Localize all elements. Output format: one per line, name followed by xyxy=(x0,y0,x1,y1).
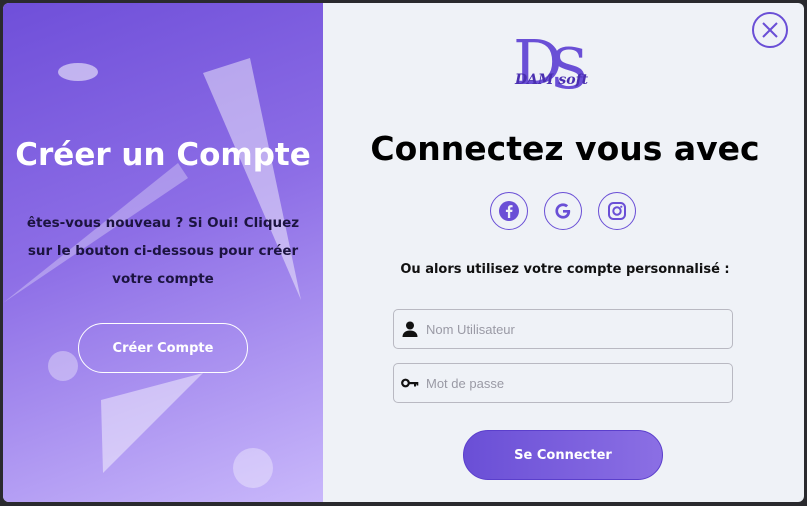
logo-mark: D S xyxy=(513,26,588,102)
login-dialog: Créer un Compte êtes-vous nouveau ? Si O… xyxy=(3,3,804,502)
create-account-title: Créer un Compte xyxy=(15,137,311,173)
circle-shape xyxy=(48,351,78,381)
alternative-login-text: Ou alors utilisez votre compte personnal… xyxy=(400,262,730,277)
password-input[interactable] xyxy=(426,368,716,398)
instagram-button[interactable] xyxy=(598,192,636,230)
google-icon xyxy=(555,203,571,219)
username-field[interactable] xyxy=(393,309,733,349)
create-account-panel: Créer un Compte êtes-vous nouveau ? Si O… xyxy=(3,3,323,502)
user-icon xyxy=(394,320,426,338)
login-button[interactable]: Se Connecter xyxy=(463,430,663,480)
ellipse-shape xyxy=(58,63,98,81)
key-icon xyxy=(394,377,426,389)
svg-text:S: S xyxy=(550,37,588,102)
username-input[interactable] xyxy=(426,314,716,344)
facebook-button[interactable] xyxy=(490,192,528,230)
password-field[interactable] xyxy=(393,363,733,403)
logo: D S DAM soft xyxy=(505,26,615,102)
google-button[interactable] xyxy=(544,192,582,230)
instagram-icon xyxy=(608,202,626,220)
triangle-shape-3 xyxy=(101,373,203,473)
create-account-button[interactable]: Créer Compte xyxy=(78,323,248,373)
login-title: Connectez vous avec xyxy=(370,129,760,168)
circle-shape xyxy=(233,448,273,488)
logo-text: DAM soft xyxy=(515,72,589,88)
facebook-icon xyxy=(499,201,519,221)
create-account-description: êtes-vous nouveau ? Si Oui! Cliquez sur … xyxy=(26,215,300,287)
close-icon xyxy=(762,22,778,38)
close-button[interactable] xyxy=(752,12,788,48)
